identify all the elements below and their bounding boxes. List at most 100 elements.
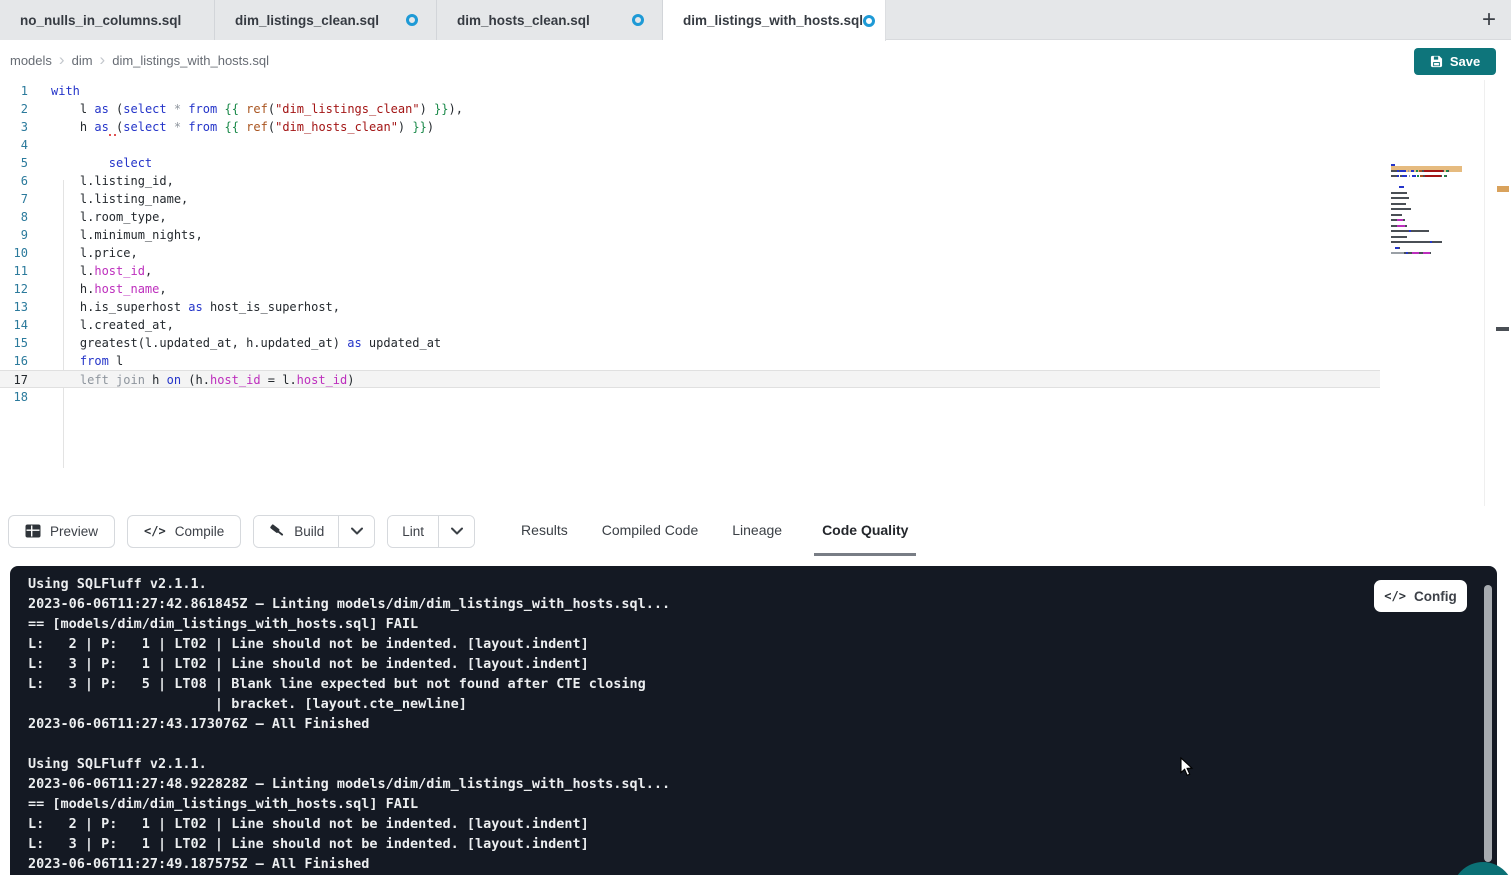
code-text: l.listing_id, [51,172,174,190]
preview-button-label: Preview [50,524,98,539]
chevron-right-icon: › [59,51,65,68]
code-line-17: 17 left join h on (h.host_id = l.host_id… [0,370,1380,388]
line-number: 12 [0,280,28,298]
code-icon: </> [1384,589,1406,603]
code-line-18: 18 [0,388,1380,406]
compile-button[interactable]: </> Compile [127,515,241,548]
line-number: 14 [0,316,28,334]
code-text: h.is_superhost as host_is_superhost, [51,298,340,316]
code-text: l.minimum_nights, [51,226,203,244]
build-split-button: Build [253,515,375,548]
line-number: 16 [0,352,28,370]
code-line-5: 5 select [0,154,1380,172]
new-tab-button[interactable]: + [1475,6,1503,34]
panel-tab-lineage[interactable]: Lineage [730,506,784,556]
ide-window: no_nulls_in_columns.sql dim_listings_clea… [0,0,1511,875]
panel-tab-results[interactable]: Results [519,506,570,556]
chevron-right-icon: › [100,51,106,68]
code-line-9: 9 l.minimum_nights, [0,226,1380,244]
line-number: 13 [0,298,28,316]
file-header-row: models › dim › dim_listings_with_hosts.sql S… [0,41,1511,80]
build-button[interactable]: Build [254,516,338,547]
code-text: with [51,82,80,100]
tab-label: dim_listings_clean.sql [235,13,379,28]
breadcrumb-segment[interactable]: dim_listings_with_hosts.sql [112,53,269,68]
code-text: h as (select * from {{ ref("dim_hosts_cl… [51,118,434,136]
table-grid-icon [25,524,41,538]
code-text: from l [51,352,123,370]
code-text: l.price, [51,244,138,262]
code-text: l.room_type, [51,208,167,226]
code-icon: </> [144,524,166,538]
line-number: 7 [0,190,28,208]
compile-button-label: Compile [175,524,225,539]
lint-output-terminal: Using SQLFluff v2.1.1.2023-06-06T11:27:4… [10,566,1497,875]
code-line-11: 11 l.host_id, [0,262,1380,280]
code-line-13: 13 h.is_superhost as host_is_superhost, [0,298,1380,316]
terminal-line: L: 2 | P: 1 | LT02 | Line should not be … [28,814,1497,834]
build-menu-button[interactable] [338,516,374,547]
line-number: 18 [0,388,28,406]
hammer-icon [268,523,285,539]
unsaved-dot-icon [863,15,875,27]
terminal-line: 2023-06-06T11:27:42.861845Z — Linting mo… [28,594,1497,614]
code-text: select [51,154,152,172]
code-line-2: 2 l as (select * from {{ ref("dim_listin… [0,100,1380,118]
code-text: l.host_id, [51,262,152,280]
tab-dim_listings_with_hosts.sql[interactable]: dim_listings_with_hosts.sql [663,0,886,41]
line-number: 17 [0,371,28,387]
save-button-label: Save [1450,54,1480,69]
floppy-disk-icon [1430,55,1443,68]
tab-bar: no_nulls_in_columns.sql dim_listings_clea… [0,0,1511,40]
lint-button-label: Lint [402,524,424,539]
breadcrumb-segment[interactable]: dim [72,53,93,68]
plus-icon: + [1482,6,1496,34]
code-text: l as (select * from {{ ref("dim_listings… [51,100,463,118]
panel-tab-bar: Results Compiled Code Lineage Code Quality [519,506,916,556]
code-editor[interactable]: 1with2 l as (select * from {{ ref("dim_l… [0,80,1511,506]
lint-menu-button[interactable] [438,516,474,547]
code-text: greatest(l.updated_at, h.updated_at) as … [51,334,441,352]
panel-tab-compiled-code[interactable]: Compiled Code [600,506,701,556]
code-line-3: 3 h as (select * from {{ ref("dim_hosts_… [0,118,1380,136]
minimap[interactable] [1391,164,1462,263]
terminal-line: L: 3 | P: 5 | LT08 | Blank line expected… [28,674,1497,694]
overview-ruler-cursor-marker [1496,327,1509,331]
line-number: 11 [0,262,28,280]
code-line-15: 15 greatest(l.updated_at, h.updated_at) … [0,334,1380,352]
line-number: 9 [0,226,28,244]
lint-button[interactable]: Lint [388,516,438,547]
chevron-down-icon [451,527,463,535]
tab-label: no_nulls_in_columns.sql [20,13,181,28]
terminal-line: == [models/dim/dim_listings_with_hosts.s… [28,794,1497,814]
line-number: 15 [0,334,28,352]
terminal-line: == [models/dim/dim_listings_with_hosts.s… [28,614,1497,634]
tab-dim_listings_clean.sql[interactable]: dim_listings_clean.sql [215,0,437,40]
tab-no_nulls_in_columns.sql[interactable]: no_nulls_in_columns.sql [0,0,215,40]
code-line-12: 12 h.host_name, [0,280,1380,298]
terminal-line: L: 2 | P: 1 | LT02 | Line should not be … [28,634,1497,654]
terminal-scrollbar[interactable] [1484,585,1492,862]
code-text: h.host_name, [51,280,167,298]
config-button[interactable]: </> Config [1374,580,1467,612]
tab-dim_hosts_clean.sql[interactable]: dim_hosts_clean.sql [437,0,663,40]
code-text: left join h on (h.host_id = l.host_id) [51,371,354,387]
terminal-line [28,734,1497,754]
breadcrumb-segment[interactable]: models [10,53,52,68]
config-button-label: Config [1414,589,1457,604]
build-button-label: Build [294,524,324,539]
unsaved-dot-icon [406,14,418,26]
terminal-line: L: 3 | P: 1 | LT02 | Line should not be … [28,654,1497,674]
chevron-down-icon [351,527,363,535]
line-number: 8 [0,208,28,226]
breadcrumb: models › dim › dim_listings_with_hosts.sql [10,41,269,80]
code-line-10: 10 l.price, [0,244,1380,262]
preview-button[interactable]: Preview [8,515,115,548]
unsaved-dot-icon [632,14,644,26]
save-button[interactable]: Save [1414,48,1496,75]
panel-tab-code-quality[interactable]: Code Quality [814,506,916,556]
code-text: l.listing_name, [51,190,188,208]
line-number: 1 [0,82,28,100]
terminal-line: 2023-06-06T11:27:43.173076Z — All Finish… [28,714,1497,734]
line-number: 2 [0,100,28,118]
